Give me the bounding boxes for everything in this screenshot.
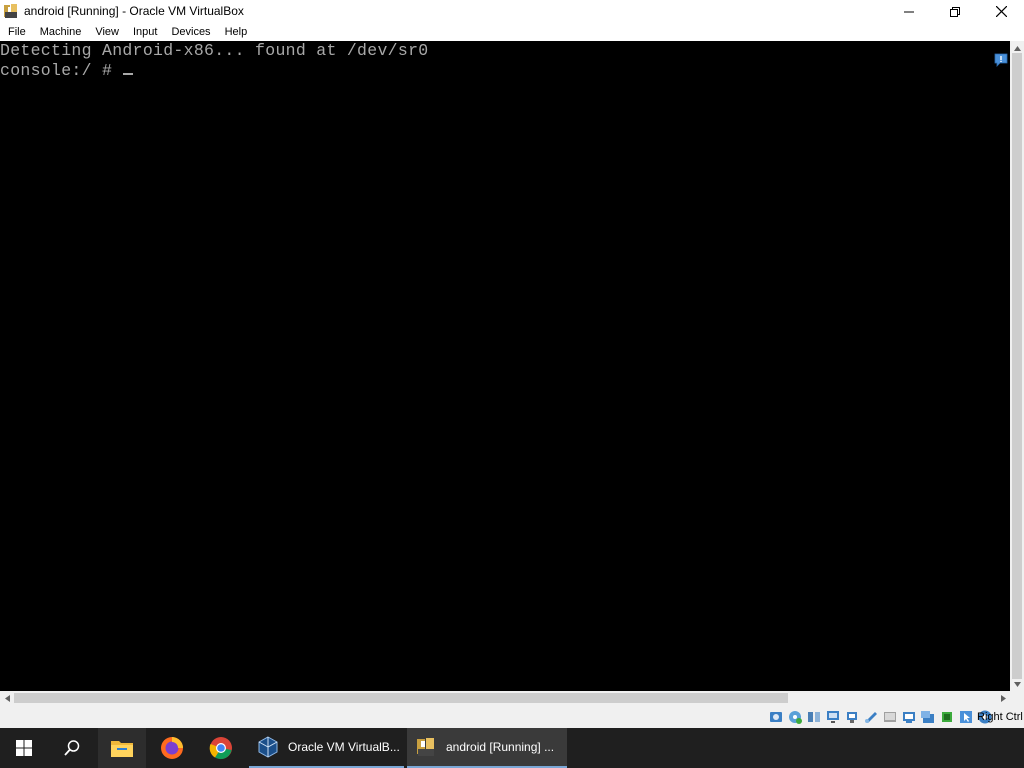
close-button[interactable] bbox=[978, 0, 1024, 23]
chevron-up-icon bbox=[1013, 45, 1021, 51]
menu-bar: File Machine View Input Devices Help bbox=[0, 23, 1024, 41]
menu-help[interactable]: Help bbox=[217, 23, 254, 41]
optical-drive-icon[interactable] bbox=[787, 709, 803, 725]
windows-start-icon bbox=[16, 740, 32, 756]
firefox-icon bbox=[161, 737, 183, 759]
horizontal-scroll-thumb[interactable] bbox=[14, 693, 788, 703]
window-title: android [Running] - Oracle VM VirtualBox bbox=[24, 4, 244, 18]
chrome-icon bbox=[209, 737, 232, 760]
console-line-text: Detecting Android-x86... found at /dev/s… bbox=[0, 41, 429, 60]
console-prompt-line: console:/ # bbox=[0, 61, 134, 80]
task-label: Oracle VM VirtualB... bbox=[288, 740, 400, 754]
network-icon[interactable] bbox=[825, 709, 841, 725]
scroll-right-arrow[interactable] bbox=[996, 691, 1010, 705]
search-button[interactable] bbox=[48, 728, 96, 768]
console-prompt: console:/ # bbox=[0, 61, 123, 80]
recording-icon[interactable] bbox=[920, 709, 936, 725]
firefox-button[interactable] bbox=[148, 728, 196, 768]
horizontal-scrollbar[interactable] bbox=[0, 691, 1010, 705]
text-cursor bbox=[123, 73, 134, 75]
search-icon bbox=[64, 740, 80, 756]
taskbar-android-vm[interactable]: android [Running] ... bbox=[407, 728, 567, 768]
taskbar-virtualbox-manager[interactable]: Oracle VM VirtualB... bbox=[249, 728, 404, 768]
file-explorer-icon bbox=[111, 741, 133, 757]
start-button[interactable] bbox=[0, 728, 48, 768]
menu-machine[interactable]: Machine bbox=[32, 23, 88, 41]
maximize-button[interactable] bbox=[932, 0, 978, 23]
device-indicators bbox=[768, 709, 993, 725]
file-explorer-button[interactable] bbox=[98, 728, 146, 768]
task-label: android [Running] ... bbox=[446, 740, 555, 754]
display-icon[interactable] bbox=[882, 709, 898, 725]
menu-input[interactable]: Input bbox=[125, 23, 163, 41]
minimize-icon bbox=[904, 11, 914, 12]
taskbar: Oracle VM VirtualB... android [Running] … bbox=[0, 728, 1024, 768]
console-output-line: Detecting Android-x86... found at /dev/s… bbox=[0, 41, 428, 60]
chevron-left-icon bbox=[4, 694, 10, 702]
audio-icon[interactable] bbox=[806, 709, 822, 725]
shared-folders-icon[interactable] bbox=[863, 709, 879, 725]
notification-icon[interactable] bbox=[994, 53, 1008, 67]
virtualbox-icon bbox=[258, 736, 278, 758]
mouse-integration-icon[interactable] bbox=[958, 709, 974, 725]
chevron-right-icon bbox=[1000, 694, 1006, 702]
cpu-icon[interactable] bbox=[939, 709, 955, 725]
capture-icon[interactable] bbox=[901, 709, 917, 725]
scroll-down-arrow[interactable] bbox=[1010, 677, 1024, 691]
menu-view[interactable]: View bbox=[87, 23, 125, 41]
virtualbox-vm-icon bbox=[4, 4, 17, 18]
usb-icon[interactable] bbox=[844, 709, 860, 725]
maximize-icon bbox=[950, 6, 960, 17]
menu-devices[interactable]: Devices bbox=[163, 23, 216, 41]
title-bar[interactable]: android [Running] - Oracle VM VirtualBox bbox=[0, 0, 1024, 23]
scrollbar-corner bbox=[1010, 691, 1024, 705]
chevron-down-icon bbox=[1013, 681, 1021, 687]
vertical-scrollbar[interactable] bbox=[1010, 41, 1024, 691]
minimize-button[interactable] bbox=[886, 0, 932, 23]
menu-file[interactable]: File bbox=[0, 23, 32, 41]
scroll-left-arrow[interactable] bbox=[0, 691, 14, 705]
virtualbox-vm-icon bbox=[417, 738, 434, 756]
close-icon bbox=[995, 6, 1007, 17]
vm-display[interactable]: Detecting Android-x86... found at /dev/s… bbox=[0, 41, 1010, 691]
chrome-button[interactable] bbox=[197, 728, 245, 768]
vertical-scroll-thumb[interactable] bbox=[1012, 53, 1022, 679]
status-bar: Right Ctrl bbox=[0, 705, 1024, 728]
host-key-label[interactable]: Right Ctrl bbox=[977, 711, 1023, 723]
hard-disk-icon[interactable] bbox=[768, 709, 784, 725]
